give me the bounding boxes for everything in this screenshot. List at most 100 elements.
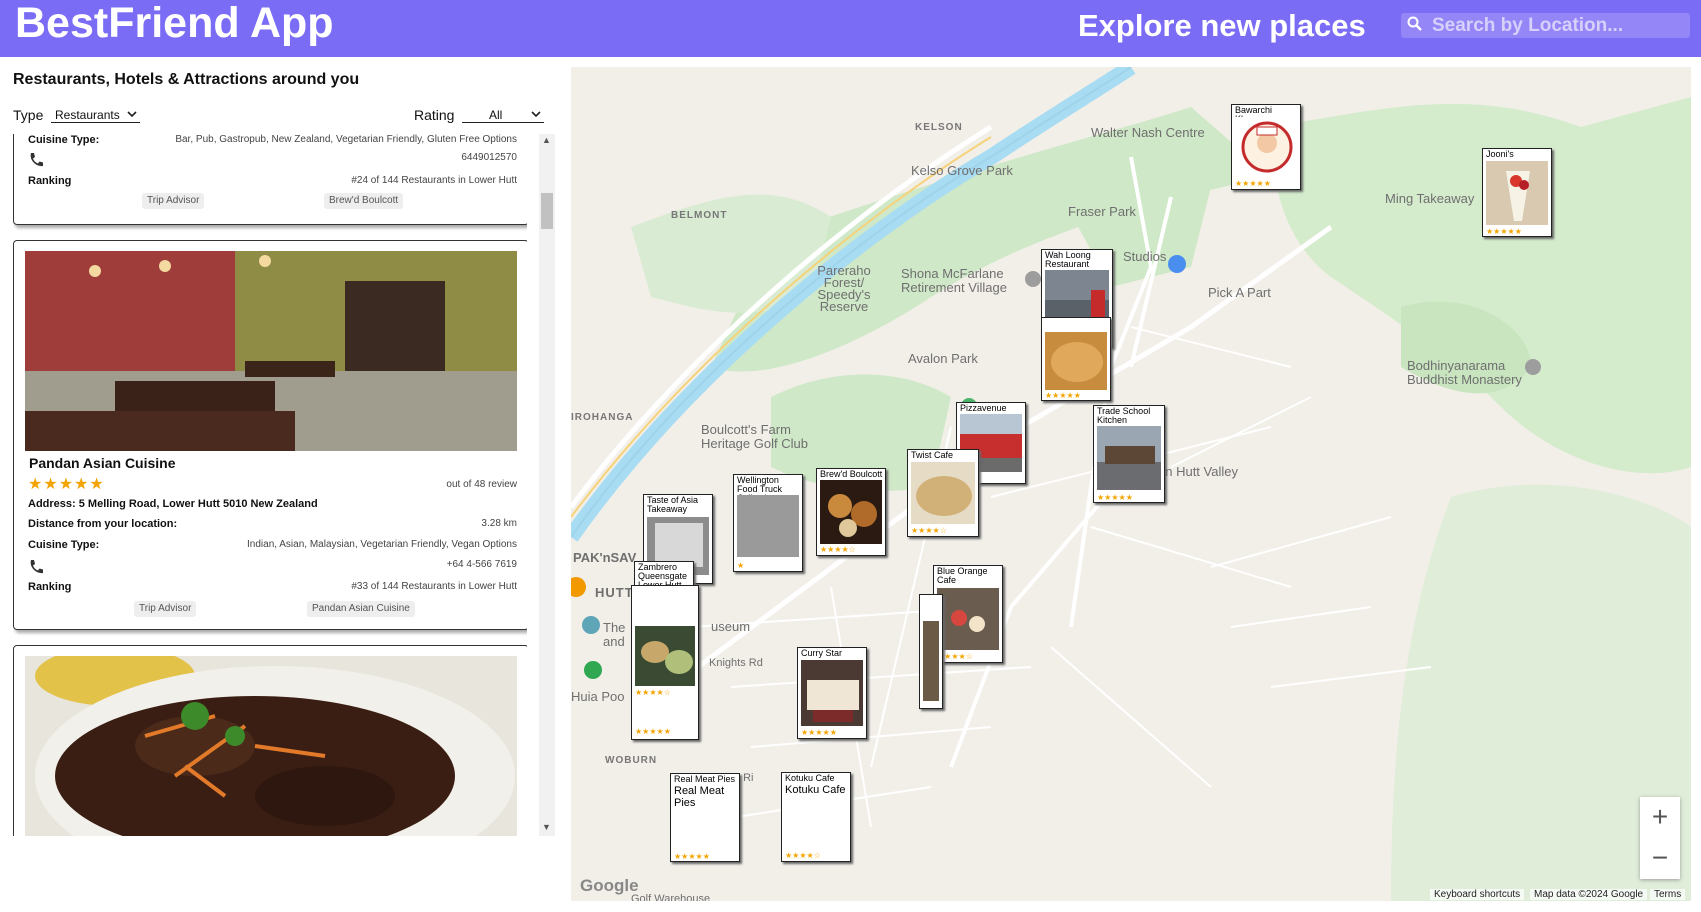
phone-icon — [30, 560, 43, 574]
zoom-out-button[interactable]: − — [1640, 838, 1680, 878]
marker-photo — [911, 462, 975, 524]
map[interactable]: KELSON Walter Nash Centre Kelso Grove Pa… — [571, 67, 1691, 901]
marker-photo — [937, 588, 999, 650]
keyboard-shortcuts-link[interactable]: Keyboard shortcuts — [1430, 889, 1525, 900]
marker-stars: ★★★★★ — [801, 728, 837, 737]
search-box[interactable]: Search by Location... — [1401, 13, 1690, 38]
map-label: Shona McFarlane Retirement Village — [901, 266, 1007, 295]
map-label: PAK'nSAV — [573, 550, 637, 565]
map-marker-photo[interactable]: ★★★★★ — [1041, 317, 1111, 401]
map-label: BELMONT — [671, 210, 728, 221]
zoom-controls: + − — [1640, 797, 1680, 879]
map-label: Huia Poo — [571, 689, 625, 704]
app-header: BestFriend App Explore new places Search… — [0, 0, 1701, 57]
chevron-down-icon — [127, 111, 137, 118]
place-list[interactable]: Cuisine Type: Bar, Pub, Gastropub, New Ze… — [13, 134, 527, 836]
marker-photo — [635, 626, 695, 686]
map-label: Studios — [1123, 249, 1167, 264]
type-label: Type — [13, 107, 44, 123]
map-label: Ming Takeaway — [1385, 191, 1475, 206]
map-marker[interactable]: Jooni's ★★★★★ — [1482, 148, 1552, 237]
marker-name-large: Real Meat Pies — [674, 785, 725, 809]
rating-label: Rating — [414, 107, 455, 123]
map-label: KELSON — [915, 122, 963, 133]
marker-photo — [1235, 117, 1297, 177]
app-title[interactable]: BestFriend App — [15, 0, 334, 48]
marker-name: Jooni's — [1486, 149, 1514, 159]
restaurant-photo — [25, 656, 517, 836]
google-logo: Google — [580, 876, 639, 895]
ranking-value: #33 of 144 Restaurants in Lower Hutt — [351, 581, 517, 592]
marker-stars: ★★★★☆ — [635, 688, 671, 697]
ranking-value: #24 of 144 Restaurants in Lower Hutt — [351, 175, 517, 186]
marker-stars: ★★★★★ — [674, 852, 710, 861]
map-label: HUTT — [595, 585, 634, 600]
website-link[interactable]: Pandan Asian Cuisine — [307, 601, 415, 617]
scroll-down-icon[interactable]: ▼ — [542, 822, 551, 832]
marker-photo — [820, 480, 882, 544]
terms-link[interactable]: Terms — [1650, 889, 1686, 900]
list-scrollbar[interactable]: ▲ ▼ — [539, 134, 555, 836]
tripadvisor-link[interactable]: Trip Advisor — [134, 601, 197, 617]
map-label: useum — [711, 619, 751, 634]
map-label: Avalon Park — [908, 351, 978, 366]
tripadvisor-link[interactable]: Trip Advisor — [142, 193, 205, 209]
marker-stars: ★★★★☆ — [911, 526, 947, 535]
list-title: Restaurants, Hotels & Attractions around… — [13, 71, 360, 88]
map-marker[interactable]: Kotuku Cafe Kotuku Cafe ★★★★☆ — [781, 772, 851, 862]
marker-photo — [923, 621, 939, 701]
distance-label: Distance from your location: — [28, 518, 178, 530]
marker-photo — [801, 660, 863, 726]
map-marker[interactable]: Brew'd Boulcott ★★★★☆ — [816, 468, 886, 556]
marker-name: Real Meat Pies — [674, 774, 736, 784]
map-label: IROHANGA — [571, 412, 634, 423]
phone-value[interactable]: 6449012570 — [461, 152, 517, 163]
map-label: Pareraho Forest/ Speedy's Reserve — [817, 263, 871, 314]
marker-name: Brew'd Boulcott — [820, 469, 883, 479]
place-card[interactable]: Cuisine Type: Bar, Pub, Gastropub, New Ze… — [13, 134, 527, 225]
ranking-label: Ranking — [28, 175, 72, 187]
map-marker[interactable]: Real Meat Pies Real Meat Pies ★★★★★ — [670, 773, 740, 862]
rating-select[interactable]: All — [462, 107, 544, 123]
address-value: Address: 5 Melling Road, Lower Hutt 5010… — [28, 498, 318, 510]
type-select[interactable]: Restaurants — [51, 107, 140, 123]
marker-stars: ★★★★★ — [1045, 391, 1081, 400]
distance-value: 3.28 km — [481, 518, 517, 529]
marker-photo — [737, 495, 799, 557]
map-marker[interactable]: Bawarchi Khana ★★★★★ — [1231, 104, 1301, 190]
map-label: Fraser Park — [1068, 204, 1136, 219]
website-link[interactable]: Brew'd Boulcott — [324, 193, 404, 209]
cuisine-value: Bar, Pub, Gastropub, New Zealand, Vegeta… — [175, 134, 517, 145]
marker-name: Taste of Asia Takeaway — [647, 495, 699, 514]
search-input[interactable]: Search by Location... — [1432, 15, 1623, 37]
rating-select-value: All — [489, 108, 503, 122]
marker-name: Kotuku Cafe — [785, 773, 835, 783]
chevron-down-icon — [531, 111, 541, 118]
scroll-up-icon[interactable]: ▲ — [542, 135, 551, 145]
map-label: Golf Warehouse — [631, 893, 711, 901]
type-select-value: Restaurants — [55, 108, 120, 122]
map-label: The and — [603, 620, 626, 649]
phone-value[interactable]: +64 4-566 7619 — [447, 559, 517, 570]
cuisine-label: Cuisine Type: — [28, 539, 100, 551]
map-marker[interactable]: Trade School Kitchen ★★★★★ — [1093, 405, 1165, 503]
map-marker[interactable]: Twist Cafe ★★★★☆ — [907, 449, 979, 537]
marker-name-large: Kotuku Cafe — [785, 784, 846, 796]
place-card[interactable] — [13, 645, 527, 836]
map-marker-photo[interactable] — [919, 594, 943, 709]
marker-name: Twist Cafe — [911, 450, 954, 460]
marker-stars: ★★★★★ — [635, 727, 671, 736]
map-label: on Hutt Valley — [1158, 464, 1238, 479]
map-marker[interactable]: Curry Star ★★★★★ — [797, 647, 867, 739]
map-label: Pick A Part — [1208, 285, 1271, 300]
place-card[interactable]: Pandan Asian Cuisine ★★★★★ out of 48 rev… — [13, 240, 527, 630]
map-label: Walter Nash Centre — [1091, 125, 1205, 140]
zoom-in-button[interactable]: + — [1640, 797, 1680, 837]
scroll-thumb[interactable] — [541, 193, 553, 229]
marker-stars: ★★★★★ — [1097, 493, 1133, 502]
map-label: Knights Rd — [709, 657, 763, 669]
map-marker-photo[interactable]: ★★★★☆ ★★★★★ — [631, 585, 699, 740]
map-marker[interactable]: Blue Orange Cafe ★★★★☆ — [933, 565, 1003, 663]
map-label: Boulcott's Farm Heritage Golf Club — [701, 422, 808, 451]
map-marker[interactable]: Wellington Food Truck Collective ★ — [733, 474, 803, 572]
